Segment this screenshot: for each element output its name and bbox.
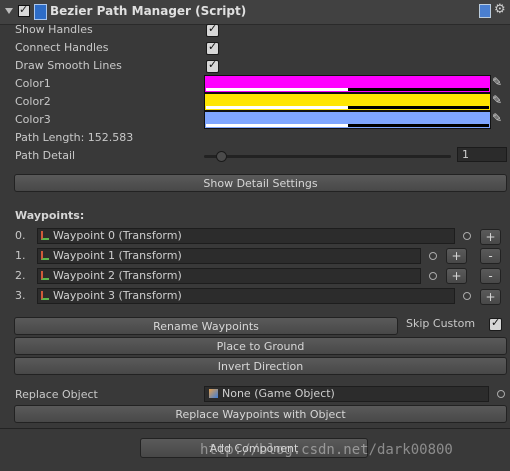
rename-waypoints-button[interactable]: Rename Waypoints <box>14 317 398 335</box>
foldout-arrow-icon[interactable] <box>5 8 13 14</box>
object-picker-icon[interactable] <box>463 292 471 300</box>
waypoint-1-name: Waypoint 1 (Transform) <box>53 249 182 262</box>
replace-waypoints-button[interactable]: Replace Waypoints with Object <box>14 405 507 423</box>
watermark-text: http://blog.csdn.net/dark00800 <box>200 442 453 458</box>
path-detail-slider[interactable] <box>204 155 451 158</box>
object-picker-icon[interactable] <box>497 390 505 398</box>
color3-field[interactable] <box>204 111 491 129</box>
show-handles-checkbox[interactable] <box>206 22 219 37</box>
waypoint-2-name: Waypoint 2 (Transform) <box>53 269 182 282</box>
replace-object-field[interactable]: None (Game Object) <box>204 386 489 402</box>
color1-label: Color1 <box>15 77 51 90</box>
add-waypoint-button[interactable]: + <box>480 289 501 305</box>
show-detail-settings-button[interactable]: Show Detail Settings <box>14 174 507 192</box>
divider <box>0 428 510 429</box>
help-book-icon[interactable] <box>479 4 491 18</box>
waypoint-index: 1. <box>15 249 26 262</box>
draw-smooth-lines-label: Draw Smooth Lines <box>15 59 122 72</box>
transform-icon <box>41 291 49 300</box>
color1-field[interactable] <box>204 75 491 93</box>
script-icon <box>34 4 47 20</box>
waypoint-index: 0. <box>15 229 26 242</box>
color2-label: Color2 <box>15 95 51 108</box>
component-enabled-checkbox[interactable] <box>18 3 30 17</box>
skip-custom-checkbox[interactable] <box>489 316 502 331</box>
path-detail-slider-thumb[interactable] <box>215 151 227 162</box>
waypoint-3-name: Waypoint 3 (Transform) <box>53 289 182 302</box>
eyedropper-icon[interactable]: ✎ <box>492 111 504 125</box>
connect-handles-label: Connect Handles <box>15 41 109 54</box>
waypoints-heading: Waypoints: <box>15 209 85 222</box>
waypoint-index: 2. <box>15 269 26 282</box>
remove-waypoint-button[interactable]: - <box>480 268 501 284</box>
remove-waypoint-button[interactable]: - <box>480 248 501 264</box>
waypoint-0-name: Waypoint 0 (Transform) <box>53 229 182 242</box>
skip-custom-label: Skip Custom <box>406 317 476 330</box>
add-waypoint-button[interactable]: + <box>480 229 501 245</box>
replace-object-value: None (Game Object) <box>222 387 335 400</box>
component-header: Bezier Path Manager (Script) ⚙ <box>0 0 510 25</box>
gear-icon[interactable]: ⚙ <box>494 2 506 17</box>
waypoint-2-field[interactable]: Waypoint 2 (Transform) <box>37 268 421 284</box>
waypoint-3-field[interactable]: Waypoint 3 (Transform) <box>37 288 455 304</box>
place-to-ground-button[interactable]: Place to Ground <box>14 337 507 355</box>
component-title: Bezier Path Manager (Script) <box>50 4 247 18</box>
color3-label: Color3 <box>15 113 51 126</box>
path-length-text: Path Length: 152.583 <box>15 131 134 144</box>
show-handles-label: Show Handles <box>15 23 93 36</box>
connect-handles-checkbox[interactable] <box>206 40 219 55</box>
object-picker-icon[interactable] <box>429 252 437 260</box>
transform-icon <box>41 251 49 260</box>
invert-direction-button[interactable]: Invert Direction <box>14 357 507 375</box>
game-object-icon <box>209 389 218 398</box>
path-detail-label: Path Detail <box>15 149 76 162</box>
transform-icon <box>41 231 49 240</box>
waypoint-1-field[interactable]: Waypoint 1 (Transform) <box>37 248 421 264</box>
add-waypoint-button[interactable]: + <box>446 268 467 284</box>
object-picker-icon[interactable] <box>463 232 471 240</box>
path-detail-input[interactable]: 1 <box>457 147 507 162</box>
replace-object-label: Replace Object <box>15 388 98 401</box>
eyedropper-icon[interactable]: ✎ <box>492 75 504 89</box>
object-picker-icon[interactable] <box>429 272 437 280</box>
add-waypoint-button[interactable]: + <box>446 248 467 264</box>
draw-smooth-lines-checkbox[interactable] <box>206 58 219 73</box>
eyedropper-icon[interactable]: ✎ <box>492 93 504 107</box>
waypoint-index: 3. <box>15 289 26 302</box>
color2-field[interactable] <box>204 93 491 111</box>
waypoint-0-field[interactable]: Waypoint 0 (Transform) <box>37 228 455 244</box>
transform-icon <box>41 271 49 280</box>
